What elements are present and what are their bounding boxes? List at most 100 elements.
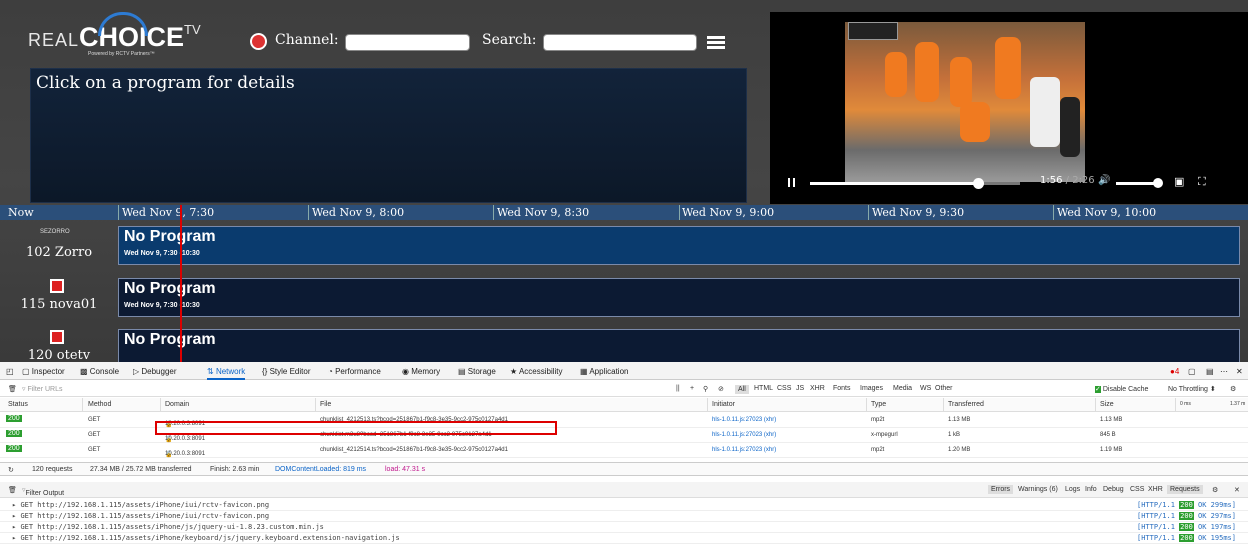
more-icon[interactable]: ⋯ xyxy=(1220,367,1228,376)
filter-js[interactable]: JS xyxy=(796,385,804,392)
request-initiator[interactable]: hls-1.0.11.js:27023 (xhr) xyxy=(712,417,776,423)
request-row[interactable]: 200 GET 🔓 10.20.0.3:8091 chunklist_42125… xyxy=(0,443,1248,458)
disable-cache-checkbox[interactable]: ✓ Disable Cache xyxy=(1095,385,1148,393)
program-cell[interactable]: No Program xyxy=(118,329,1240,362)
tab-application[interactable]: ▦ Application xyxy=(580,367,628,376)
col-type[interactable]: Type xyxy=(871,401,886,408)
col-method[interactable]: Method xyxy=(88,401,111,408)
search-icon[interactable]: ⚲ xyxy=(703,385,708,393)
program-cell[interactable]: No Program Wed Nov 9, 7:30 -10:30 xyxy=(118,226,1240,265)
tab-performance[interactable]: ◔ Performance xyxy=(328,367,381,376)
block-icon[interactable]: ⊘ xyxy=(718,385,724,393)
filter-fonts[interactable]: Fonts xyxy=(833,385,851,392)
filter-output-input[interactable]: ▿ Filter Output xyxy=(22,486,64,497)
filter-html[interactable]: HTML xyxy=(754,385,773,392)
captions-off-icon[interactable]: ▣ xyxy=(1174,175,1184,188)
filter-images[interactable]: Images xyxy=(860,385,883,392)
col-waterfall-0ms: 0 ms xyxy=(1180,401,1191,407)
details-text: Click on a program for details xyxy=(36,73,295,93)
console-log-entry[interactable]: ▸ GET http://192.168.1.115/assets/iPhone… xyxy=(0,500,1248,511)
pause-icon[interactable]: || xyxy=(676,385,680,392)
console-log-entry[interactable]: ▸ GET http://192.168.1.115/assets/iPhone… xyxy=(0,533,1248,544)
record-icon[interactable] xyxy=(250,33,267,50)
level-requests[interactable]: Requests xyxy=(1167,485,1203,494)
level-debug[interactable]: Debug xyxy=(1103,486,1124,493)
search-label: Search: xyxy=(482,32,537,48)
filter-urls-input[interactable]: ▿ Filter URLs xyxy=(22,385,62,393)
channel-row: SEZORRO 102 Zorro No Program Wed Nov 9, … xyxy=(0,223,1248,267)
menu-icon[interactable] xyxy=(707,36,725,49)
col-initiator[interactable]: Initiator xyxy=(712,401,735,408)
video-frame xyxy=(845,22,1085,182)
volume-handle[interactable] xyxy=(1153,178,1163,188)
level-xhr[interactable]: XHR xyxy=(1148,486,1163,493)
filter-css[interactable]: CSS xyxy=(777,385,791,392)
close-console-icon[interactable]: ✕ xyxy=(1234,486,1240,494)
program-cell[interactable]: No Program Wed Nov 9, 7:30 -10:30 xyxy=(118,278,1240,317)
settings-gear-icon[interactable]: ⚙ xyxy=(1230,385,1236,393)
video-player[interactable]: 1:56 / 2:26 🔊 ▣ ⛶ xyxy=(770,12,1248,204)
channel-logo-icon xyxy=(50,330,64,344)
request-table-header: Status Method Domain File Initiator Type… xyxy=(0,398,1248,412)
col-file[interactable]: File xyxy=(320,401,331,408)
console-log-entry[interactable]: ▸ GET http://192.168.1.115/assets/iPhone… xyxy=(0,511,1248,522)
reload-icon[interactable]: ↻ xyxy=(8,466,14,474)
status-badge: 200 xyxy=(6,445,22,452)
filter-media[interactable]: Media xyxy=(893,385,912,392)
tab-memory[interactable]: ◉ Memory xyxy=(402,367,440,376)
filter-ws[interactable]: WS xyxy=(920,385,931,392)
dock-icon[interactable]: ▤ xyxy=(1206,367,1214,376)
filter-xhr[interactable]: XHR xyxy=(810,385,825,392)
timeline-slot: Wed Nov 9, 10:00 xyxy=(1057,206,1157,219)
pick-element-icon[interactable]: ◰ xyxy=(6,367,14,376)
col-size[interactable]: Size xyxy=(1100,401,1114,408)
tab-inspector[interactable]: ▢ Inspector xyxy=(22,367,65,376)
level-info[interactable]: Info xyxy=(1085,486,1097,493)
request-initiator[interactable]: hls-1.0.11.js:27023 (xhr) xyxy=(712,432,776,438)
col-domain[interactable]: Domain xyxy=(165,401,189,408)
now-indicator xyxy=(180,205,182,362)
log-response: [HTTP/1.1 200 OK 197ms] xyxy=(1137,523,1236,531)
pause-icon[interactable] xyxy=(788,178,795,187)
level-css[interactable]: CSS xyxy=(1130,486,1144,493)
fullscreen-icon[interactable]: ⛶ xyxy=(1198,175,1206,189)
time-current: 1:56 xyxy=(1040,175,1063,186)
channel-label: Channel: xyxy=(275,32,339,48)
error-count-badge[interactable]: ●4 xyxy=(1170,367,1179,376)
volume-slider[interactable] xyxy=(1116,182,1156,185)
clear-trash-icon[interactable]: 🗑 xyxy=(8,385,17,393)
video-time: 1:56 / 2:26 xyxy=(1040,175,1095,186)
tab-storage[interactable]: ▤ Storage xyxy=(458,367,496,376)
level-errors[interactable]: Errors xyxy=(988,485,1014,494)
level-logs[interactable]: Logs xyxy=(1065,486,1080,493)
channel-input[interactable] xyxy=(345,34,470,51)
volume-icon[interactable]: 🔊 xyxy=(1098,175,1110,186)
tab-console[interactable]: ▩ Console xyxy=(80,367,119,376)
col-status[interactable]: Status xyxy=(8,401,28,408)
zorro-logo: SEZORRO xyxy=(40,229,70,235)
console-log-entry[interactable]: ▸ GET http://192.168.1.115/assets/iPhone… xyxy=(0,522,1248,533)
level-warnings[interactable]: Warnings (6) xyxy=(1018,486,1058,493)
timeline-header: Now Wed Nov 9, 7:30 Wed Nov 9, 8:00 Wed … xyxy=(0,205,1248,220)
request-transferred: 1.20 MB xyxy=(948,447,971,453)
add-icon[interactable]: + xyxy=(690,385,694,392)
tab-accessibility[interactable]: ★ Accessibility xyxy=(510,367,563,376)
col-transferred[interactable]: Transferred xyxy=(948,401,984,408)
tab-debugger[interactable]: ▷ Debugger xyxy=(133,367,177,376)
seek-handle[interactable] xyxy=(973,178,984,189)
responsive-mode-icon[interactable]: ▢ xyxy=(1188,367,1196,376)
close-devtools-icon[interactable]: ✕ xyxy=(1236,367,1243,376)
channel-label[interactable]: 115 nova01 xyxy=(0,275,118,319)
throttling-select[interactable]: No Throttling ⬍ xyxy=(1168,385,1216,393)
request-initiator[interactable]: hls-1.0.11.js:27023 (xhr) xyxy=(712,447,776,453)
tab-network[interactable]: ⇅ Network xyxy=(207,367,246,380)
tab-style-editor[interactable]: {} Style Editor xyxy=(262,367,310,376)
seek-bar[interactable] xyxy=(810,178,1020,189)
channel-label[interactable]: 120 otetv xyxy=(0,326,118,362)
search-input[interactable] xyxy=(543,34,697,51)
channel-label[interactable]: SEZORRO 102 Zorro xyxy=(0,223,118,267)
console-settings-icon[interactable]: ⚙ xyxy=(1212,486,1218,494)
filter-other[interactable]: Other xyxy=(935,385,953,392)
clear-console-icon[interactable]: 🗑 xyxy=(8,486,17,494)
filter-all[interactable]: All xyxy=(735,385,749,394)
